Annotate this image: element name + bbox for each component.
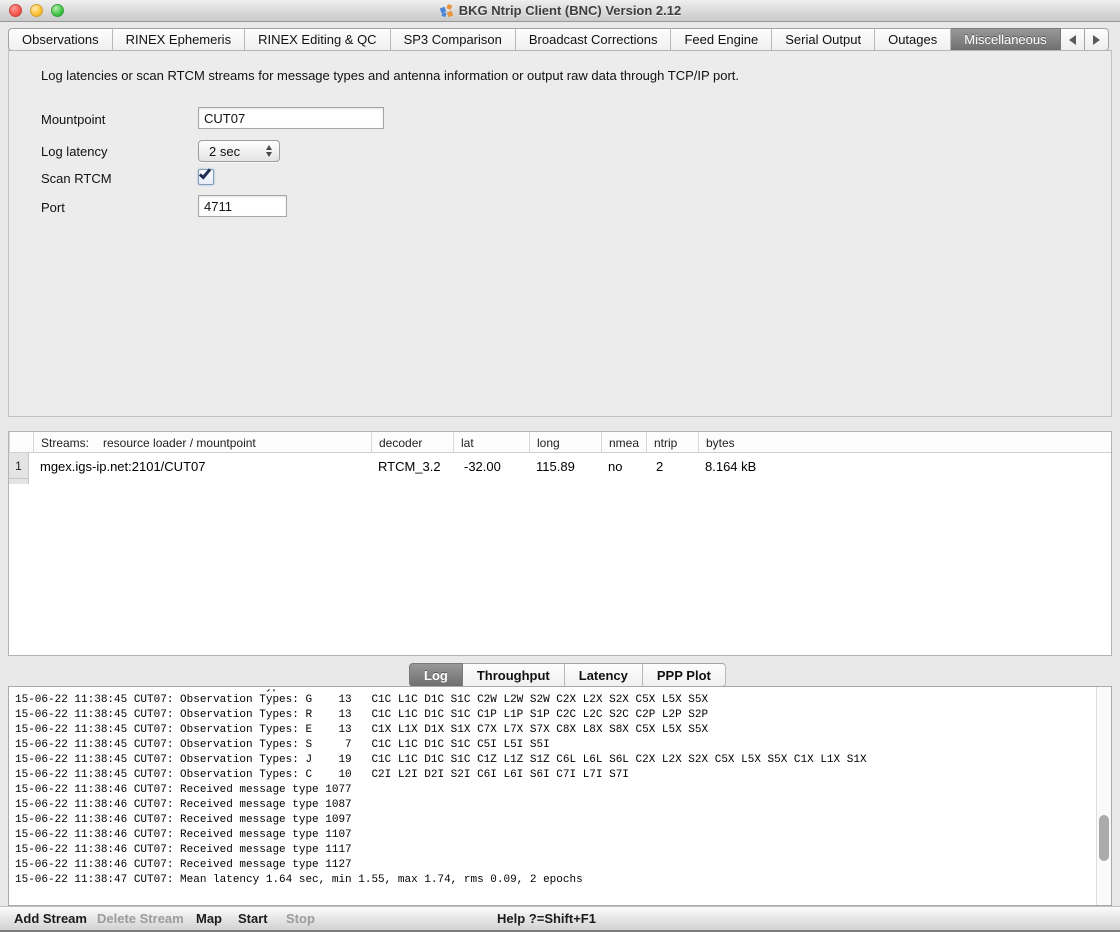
cell-mountpoint: mgex.igs-ip.net:2101/CUT07	[33, 453, 205, 479]
log-latency-select[interactable]: 2 sec	[198, 140, 280, 162]
cell-bytes: 8.164 kB	[698, 453, 756, 479]
cell-nmea: no	[601, 453, 622, 479]
checkmark-icon	[199, 166, 211, 179]
scan-rtcm-label: Scan RTCM	[41, 171, 112, 186]
delete-stream-button: Delete Stream	[97, 911, 184, 926]
tab-scroll-left-button[interactable]	[1061, 28, 1085, 51]
streams-label: Streams:	[41, 436, 89, 450]
tab-miscellaneous[interactable]: Miscellaneous	[951, 28, 1060, 51]
title-bar: BKG Ntrip Client (BNC) Version 2.12	[0, 0, 1120, 22]
start-button[interactable]: Start	[238, 911, 268, 926]
tab-latency[interactable]: Latency	[565, 663, 643, 687]
log-tab-bar: Log Throughput Latency PPP Plot	[409, 663, 726, 687]
log-line: 15-06-22 11:38:47 CUT07: Mean latency 1.…	[15, 873, 1094, 888]
log-line: 15-06-22 11:38:46 CUT07: Received messag…	[15, 783, 1094, 798]
app-icon	[439, 3, 454, 18]
close-button[interactable]	[9, 4, 22, 17]
header-long: long	[529, 432, 601, 453]
stop-button: Stop	[286, 911, 315, 926]
table-row[interactable]: 1 mgex.igs-ip.net:2101/CUT07 RTCM_3.2 -3…	[9, 453, 1111, 479]
chevron-left-icon	[1069, 35, 1076, 45]
tab-rinex-ephemeris[interactable]: RINEX Ephemeris	[113, 28, 245, 51]
tab-log[interactable]: Log	[409, 663, 463, 687]
tab-serial-output[interactable]: Serial Output	[772, 28, 875, 51]
miscellaneous-panel: Log latencies or scan RTCM streams for m…	[8, 50, 1112, 417]
log-line: 15-06-22 11:38:46 CUT07: Received messag…	[15, 813, 1094, 828]
tab-ppp-plot[interactable]: PPP Plot	[643, 663, 726, 687]
log-line: 15-06-22 11:38:45 CUT07: Observation Typ…	[15, 768, 1094, 783]
window-title-area: BKG Ntrip Client (BNC) Version 2.12	[439, 3, 681, 18]
log-line: 15-06-22 11:38:45 CUT07: Observation Typ…	[15, 723, 1094, 738]
log-line: 15-06-22 11:38:46 CUT07: Received messag…	[15, 828, 1094, 843]
log-scrollbar-thumb[interactable]	[1099, 815, 1109, 861]
cell-ntrip: 2	[649, 453, 663, 479]
log-scrollbar[interactable]	[1096, 687, 1111, 905]
port-label: Port	[41, 200, 65, 215]
stepper-arrows-icon	[263, 145, 279, 157]
header-nmea: nmea	[601, 432, 646, 453]
header-lat: lat	[453, 432, 529, 453]
help-shortcut-label: Help ?=Shift+F1	[497, 911, 596, 926]
row-number: 1	[9, 453, 29, 479]
log-line-clipped: 15-06-22 11:38:45 CUT07: Observation Typ…	[15, 689, 1094, 693]
minimize-button[interactable]	[30, 4, 43, 17]
log-latency-label: Log latency	[41, 144, 108, 159]
chevron-right-icon	[1093, 35, 1100, 45]
log-line: 15-06-22 11:38:45 CUT07: Observation Typ…	[15, 693, 1094, 708]
panel-description: Log latencies or scan RTCM streams for m…	[41, 68, 739, 83]
header-mountpoint: Streams: resource loader / mountpoint	[33, 432, 371, 453]
log-line: 15-06-22 11:38:45 CUT07: Observation Typ…	[15, 753, 1094, 768]
tab-observations[interactable]: Observations	[8, 28, 113, 51]
window-title: BKG Ntrip Client (BNC) Version 2.12	[459, 3, 681, 18]
tab-feed-engine[interactable]: Feed Engine	[671, 28, 772, 51]
header-bytes: bytes	[698, 432, 818, 453]
tab-broadcast-corrections[interactable]: Broadcast Corrections	[516, 28, 672, 51]
tab-scroll-right-button[interactable]	[1085, 28, 1109, 51]
log-latency-value: 2 sec	[199, 144, 263, 159]
log-line: 15-06-22 11:38:45 CUT07: Observation Typ…	[15, 738, 1094, 753]
streams-table: Streams: resource loader / mountpoint de…	[8, 431, 1112, 656]
window-controls	[9, 4, 64, 17]
log-line: 15-06-22 11:38:46 CUT07: Received messag…	[15, 858, 1094, 873]
header-decoder: decoder	[371, 432, 453, 453]
log-content: 15-06-22 11:38:45 CUT07: Observation Typ…	[15, 689, 1094, 888]
zoom-button[interactable]	[51, 4, 64, 17]
log-output-panel[interactable]: 15-06-22 11:38:45 CUT07: Observation Typ…	[8, 686, 1112, 906]
header-ntrip: ntrip	[646, 432, 698, 453]
log-line: 15-06-22 11:38:46 CUT07: Received messag…	[15, 843, 1094, 858]
bottom-toolbar: Add Stream Delete Stream Map Start Stop …	[0, 906, 1120, 932]
cell-decoder: RTCM_3.2	[371, 453, 441, 479]
log-line: 15-06-22 11:38:46 CUT07: Received messag…	[15, 798, 1094, 813]
log-line: 15-06-22 11:38:45 CUT07: Observation Typ…	[15, 708, 1094, 723]
map-button[interactable]: Map	[196, 911, 222, 926]
scan-rtcm-checkbox[interactable]	[198, 169, 214, 185]
cell-lat: -32.00	[457, 453, 501, 479]
cell-long: 115.89	[529, 453, 575, 479]
main-tab-bar: Observations RINEX Ephemeris RINEX Editi…	[8, 28, 1112, 51]
streams-table-header: Streams: resource loader / mountpoint de…	[9, 432, 1111, 453]
mountpoint-label: Mountpoint	[41, 112, 105, 127]
tab-sp3-comparison[interactable]: SP3 Comparison	[391, 28, 516, 51]
row-number-stub	[9, 479, 29, 484]
tab-rinex-editing-qc[interactable]: RINEX Editing & QC	[245, 28, 391, 51]
tab-outages[interactable]: Outages	[875, 28, 951, 51]
add-stream-button[interactable]: Add Stream	[14, 911, 87, 926]
tab-throughput[interactable]: Throughput	[463, 663, 565, 687]
mountpoint-input[interactable]	[198, 107, 384, 129]
header-row-number	[9, 432, 33, 453]
app-window: BKG Ntrip Client (BNC) Version 2.12 Obse…	[0, 0, 1120, 932]
port-input[interactable]	[198, 195, 287, 217]
